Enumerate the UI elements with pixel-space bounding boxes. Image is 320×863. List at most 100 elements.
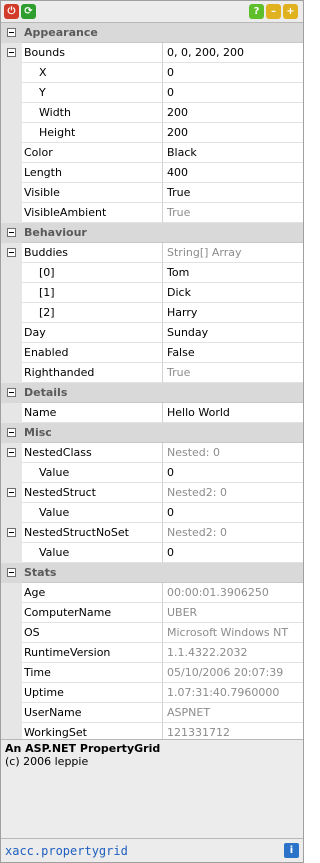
collapse-icon[interactable] xyxy=(7,388,16,397)
property-row-color[interactable]: Color Black xyxy=(1,143,303,163)
property-row-runtimeversion[interactable]: RuntimeVersion 1.1.4322.2032 xyxy=(1,643,303,663)
property-grid: ⏻ ⟳ ? – + Appearance Bounds 0, 0, 200, 2… xyxy=(0,0,304,863)
property-row-age[interactable]: Age 00:00:01.3906250 xyxy=(1,583,303,603)
property-name: Age xyxy=(22,583,163,603)
collapse-icon[interactable] xyxy=(7,448,16,457)
maximize-icon[interactable]: + xyxy=(283,4,298,19)
footer-link[interactable]: xacc.propertygrid xyxy=(5,844,284,858)
property-value-readonly: String[] Array xyxy=(163,243,303,263)
property-row-width[interactable]: Width 200 xyxy=(1,103,303,123)
property-value[interactable]: 0 xyxy=(163,83,303,103)
property-value-readonly: UBER xyxy=(163,603,303,623)
info-icon[interactable]: i xyxy=(284,843,299,858)
collapse-icon[interactable] xyxy=(7,48,16,57)
property-value[interactable]: 0 xyxy=(163,63,303,83)
property-value[interactable]: Harry xyxy=(163,303,303,323)
property-name: ComputerName xyxy=(22,603,163,623)
collapse-icon[interactable] xyxy=(7,228,16,237)
property-value-readonly: ASPNET xyxy=(163,703,303,723)
property-value[interactable]: Black xyxy=(163,143,303,163)
property-value[interactable]: True xyxy=(163,183,303,203)
property-row-username[interactable]: UserName ASPNET xyxy=(1,703,303,723)
category-label: Appearance xyxy=(22,23,303,43)
property-value[interactable]: 0 xyxy=(163,503,303,523)
property-row-visible[interactable]: Visible True xyxy=(1,183,303,203)
property-name: [1] xyxy=(22,283,163,303)
property-row-buddies[interactable]: Buddies String[] Array xyxy=(1,243,303,263)
close-icon[interactable]: ⏻ xyxy=(4,4,19,19)
property-row-nestedstruct[interactable]: NestedStruct Nested2: 0 xyxy=(1,483,303,503)
collapse-icon[interactable] xyxy=(7,488,16,497)
property-row-x[interactable]: X 0 xyxy=(1,63,303,83)
property-value[interactable]: 0 xyxy=(163,543,303,563)
property-row-nestedstructnoset-value[interactable]: Value 0 xyxy=(1,543,303,563)
property-value[interactable]: Tom xyxy=(163,263,303,283)
property-value-readonly: True xyxy=(163,363,303,383)
collapse-icon[interactable] xyxy=(7,428,16,437)
toolbar: ⏻ ⟳ ? – + xyxy=(1,1,303,23)
property-row-nestedclass-value[interactable]: Value 0 xyxy=(1,463,303,483)
property-row-name[interactable]: Name Hello World xyxy=(1,403,303,423)
category-label: Stats xyxy=(22,563,303,583)
property-value[interactable]: 0 xyxy=(163,463,303,483)
property-value[interactable]: 0, 0, 200, 200 xyxy=(163,43,303,63)
category-appearance[interactable]: Appearance xyxy=(1,23,303,43)
property-row-buddy-2[interactable]: [2] Harry xyxy=(1,303,303,323)
category-misc[interactable]: Misc xyxy=(1,423,303,443)
property-value[interactable]: 200 xyxy=(163,123,303,143)
category-stats[interactable]: Stats xyxy=(1,563,303,583)
property-name: Time xyxy=(22,663,163,683)
category-label: Details xyxy=(22,383,303,403)
property-row-height[interactable]: Height 200 xyxy=(1,123,303,143)
property-name: Width xyxy=(22,103,163,123)
property-name: OS xyxy=(22,623,163,643)
property-list: Appearance Bounds 0, 0, 200, 200 X 0 Y 0… xyxy=(1,23,303,743)
property-row-buddy-0[interactable]: [0] Tom xyxy=(1,263,303,283)
property-name: Day xyxy=(22,323,163,343)
property-row-enabled[interactable]: Enabled False xyxy=(1,343,303,363)
category-details[interactable]: Details xyxy=(1,383,303,403)
property-value-readonly: Nested: 0 xyxy=(163,443,303,463)
property-name: NestedClass xyxy=(22,443,163,463)
property-value[interactable]: Hello World xyxy=(163,403,303,423)
category-label: Misc xyxy=(22,423,303,443)
property-row-righthanded[interactable]: Righthanded True xyxy=(1,363,303,383)
description-title: An ASP.NET PropertyGrid xyxy=(5,742,161,755)
property-name: Buddies xyxy=(22,243,163,263)
property-row-computername[interactable]: ComputerName UBER xyxy=(1,603,303,623)
collapse-icon[interactable] xyxy=(7,528,16,537)
property-row-nestedclass[interactable]: NestedClass Nested: 0 xyxy=(1,443,303,463)
property-row-nestedstructnoset[interactable]: NestedStructNoSet Nested2: 0 xyxy=(1,523,303,543)
property-name: Uptime xyxy=(22,683,163,703)
property-value[interactable]: Sunday xyxy=(163,323,303,343)
property-row-nestedstruct-value[interactable]: Value 0 xyxy=(1,503,303,523)
property-row-uptime[interactable]: Uptime 1.07:31:40.7960000 xyxy=(1,683,303,703)
property-row-y[interactable]: Y 0 xyxy=(1,83,303,103)
property-value-readonly: 05/10/2006 20:07:39 xyxy=(163,663,303,683)
minimize-icon[interactable]: – xyxy=(266,4,281,19)
property-value[interactable]: 200 xyxy=(163,103,303,123)
property-name: Height xyxy=(22,123,163,143)
collapse-icon[interactable] xyxy=(7,28,16,37)
property-value-readonly: Microsoft Windows NT xyxy=(163,623,303,643)
property-row-day[interactable]: Day Sunday xyxy=(1,323,303,343)
help-icon[interactable]: ? xyxy=(249,4,264,19)
property-name: UserName xyxy=(22,703,163,723)
property-value[interactable]: 400 xyxy=(163,163,303,183)
property-value[interactable]: False xyxy=(163,343,303,363)
property-row-time[interactable]: Time 05/10/2006 20:07:39 xyxy=(1,663,303,683)
property-row-bounds[interactable]: Bounds 0, 0, 200, 200 xyxy=(1,43,303,63)
property-row-length[interactable]: Length 400 xyxy=(1,163,303,183)
property-value[interactable]: Dick xyxy=(163,283,303,303)
refresh-icon[interactable]: ⟳ xyxy=(21,4,36,19)
property-name: Righthanded xyxy=(22,363,163,383)
property-name: RuntimeVersion xyxy=(22,643,163,663)
collapse-icon[interactable] xyxy=(7,568,16,577)
collapse-icon[interactable] xyxy=(7,248,16,257)
property-row-visibleambient[interactable]: VisibleAmbient True xyxy=(1,203,303,223)
category-behaviour[interactable]: Behaviour xyxy=(1,223,303,243)
property-row-buddy-1[interactable]: [1] Dick xyxy=(1,283,303,303)
property-row-os[interactable]: OS Microsoft Windows NT xyxy=(1,623,303,643)
property-name: Bounds xyxy=(22,43,163,63)
property-name: Y xyxy=(22,83,163,103)
